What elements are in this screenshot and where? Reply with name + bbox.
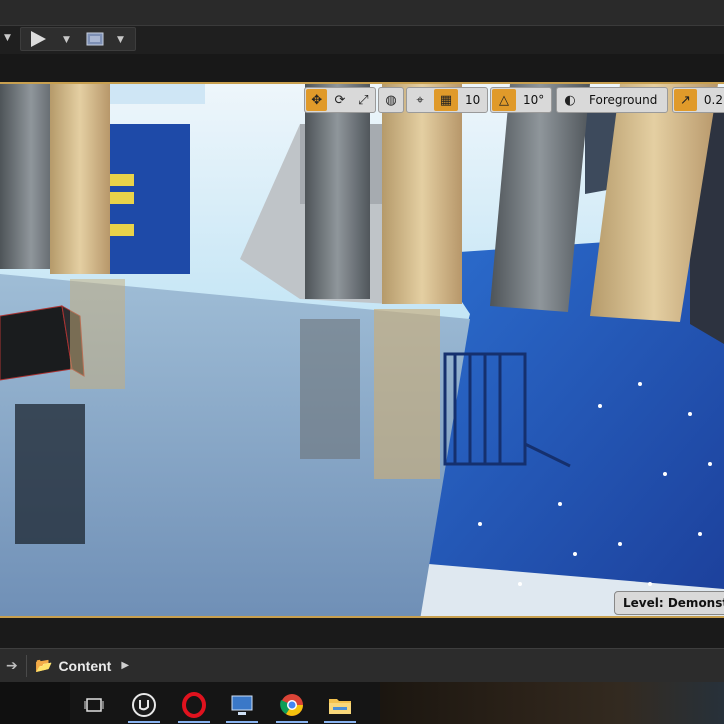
rotation-snap-group: △ 10° bbox=[490, 87, 552, 113]
move-tool-icon[interactable]: ✥ bbox=[306, 89, 328, 111]
taskbar-left-area bbox=[0, 682, 70, 724]
layer-group: ◐ Foreground bbox=[556, 87, 668, 113]
transform-tools: ✥ ⟳ ⤢ bbox=[304, 87, 376, 113]
current-level-label: Level: Demonstrati bbox=[614, 591, 724, 615]
separator bbox=[26, 654, 27, 677]
folder-icon: 📂 bbox=[35, 657, 53, 674]
scale-snap-group: ↗ 0.2 bbox=[672, 87, 724, 113]
play-group: ▼ ▼ bbox=[20, 27, 136, 51]
rotate-tool-icon[interactable]: ⟳ bbox=[329, 89, 350, 111]
chrome-icon[interactable] bbox=[270, 687, 314, 723]
grid-snap-value[interactable]: 10 bbox=[459, 93, 486, 107]
chevron-down-icon[interactable]: ▼ bbox=[4, 33, 11, 43]
toolbar-spacer bbox=[0, 54, 724, 82]
play-options-chevron-down-icon[interactable]: ▼ bbox=[63, 35, 70, 45]
layer-icon[interactable]: ◐ bbox=[558, 89, 582, 111]
world-space-icon[interactable]: ◍ bbox=[380, 89, 402, 111]
remote-desktop-icon[interactable] bbox=[220, 687, 264, 723]
os-taskbar bbox=[0, 682, 724, 724]
desktop-background-area bbox=[380, 682, 724, 724]
play-icon[interactable] bbox=[27, 28, 49, 50]
opera-icon[interactable] bbox=[172, 687, 216, 723]
editor-title-strip bbox=[0, 0, 724, 26]
task-view-icon[interactable] bbox=[72, 687, 116, 723]
main-toolbar: ▼ ▼ ▼ bbox=[0, 26, 724, 54]
grid-snap-icon[interactable]: ▦ bbox=[434, 89, 458, 111]
scale-snap-icon[interactable]: ↗ bbox=[674, 89, 697, 111]
level-viewport[interactable]: ✥ ⟳ ⤢ ◍ ⌖ ▦ 10 △ 10° ◐ Foreground ↗ 0.2 … bbox=[0, 82, 724, 618]
unreal-engine-icon[interactable] bbox=[122, 687, 166, 723]
launch-options-chevron-down-icon[interactable]: ▼ bbox=[117, 35, 124, 45]
scale-snap-value[interactable]: 0.2 bbox=[698, 93, 724, 107]
scale-tool-icon[interactable]: ⤢ bbox=[353, 89, 374, 111]
file-explorer-icon[interactable] bbox=[318, 687, 362, 723]
path-caret-icon[interactable]: ▶ bbox=[121, 660, 129, 671]
grid-snap-group: ⌖ ▦ 10 bbox=[406, 87, 488, 113]
content-browser-path-bar: ➔ 📂 Content ▶ bbox=[0, 648, 724, 682]
surface-snap-icon[interactable]: ⌖ bbox=[408, 89, 432, 111]
world-local-group: ◍ bbox=[378, 87, 404, 113]
forward-arrow-icon[interactable]: ➔ bbox=[6, 658, 22, 674]
launch-icon[interactable] bbox=[83, 28, 107, 50]
viewport-scene bbox=[0, 84, 724, 616]
rotation-snap-icon[interactable]: △ bbox=[492, 89, 516, 111]
panel-spacer bbox=[0, 618, 724, 648]
layer-value[interactable]: Foreground bbox=[583, 93, 663, 107]
rotation-snap-value[interactable]: 10° bbox=[517, 93, 550, 107]
content-path-label[interactable]: Content bbox=[58, 658, 111, 674]
